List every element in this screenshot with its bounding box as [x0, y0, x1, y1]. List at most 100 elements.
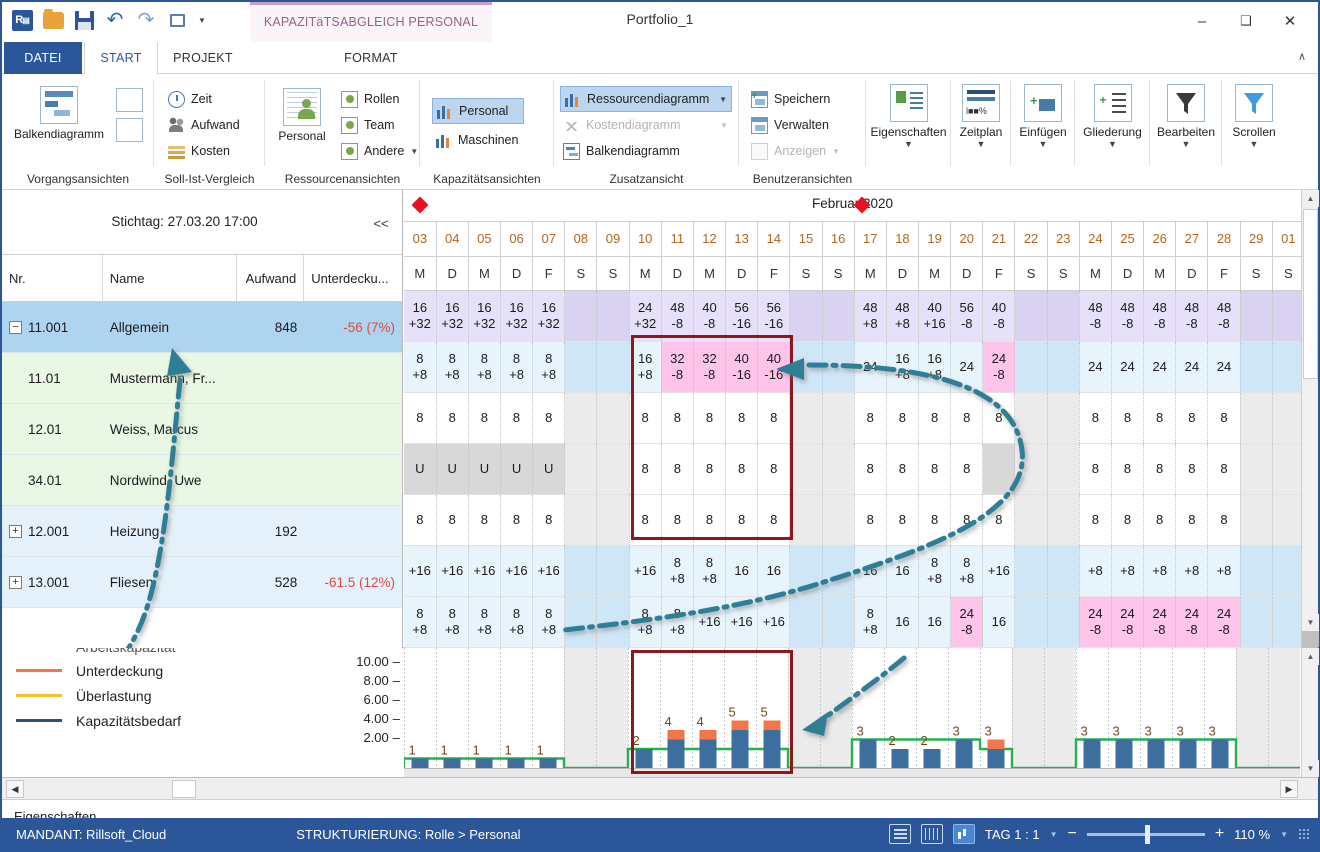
tab-datei[interactable]: DATEI — [4, 42, 82, 74]
calendar-day-number[interactable]: 24 — [1079, 222, 1112, 257]
tab-start[interactable]: START — [84, 42, 158, 75]
calendar-day-number[interactable]: 03 — [404, 222, 437, 257]
capacity-cell[interactable] — [789, 545, 823, 597]
capacity-cell[interactable]: 8 — [1111, 494, 1145, 546]
vertical-scrollbar[interactable]: ▲ ▼ — [1301, 190, 1319, 647]
einfuegen-button[interactable]: + Einfügen ▼ — [1011, 84, 1075, 149]
capacity-cell[interactable]: 32 -8 — [661, 341, 694, 393]
capacity-cell[interactable] — [789, 596, 823, 648]
calendar-day-number[interactable]: 06 — [500, 222, 534, 257]
capacity-cell[interactable]: 8 — [1111, 392, 1145, 444]
balkendiagramm-small-button[interactable]: Balkendiagramm — [560, 138, 732, 164]
capacity-cell[interactable]: 8 +8 — [918, 545, 952, 597]
capacity-cell[interactable]: 8 — [629, 443, 662, 495]
calendar-day-number[interactable]: 28 — [1207, 222, 1241, 257]
capacity-cell[interactable]: 16 — [757, 545, 791, 597]
capacity-cell[interactable]: 8 +8 — [468, 596, 501, 648]
qat-more-icon[interactable]: ▼ — [196, 8, 208, 32]
capacity-cell[interactable]: 8 — [693, 443, 727, 495]
capacity-cell[interactable]: +16 — [757, 596, 791, 648]
table-row[interactable]: 12.01 Weiss, Marcus — [2, 404, 402, 455]
table-row[interactable]: +13.001 Fliesen 528 -61.5 (12%) — [2, 557, 402, 608]
calendar-day-number[interactable]: 27 — [1175, 222, 1209, 257]
capacity-cell[interactable]: 8 — [725, 443, 759, 495]
capacity-cell[interactable] — [596, 341, 630, 393]
capacity-cell[interactable] — [1047, 596, 1080, 648]
table-row[interactable]: +12.001 Heizung 192 — [2, 506, 402, 557]
capacity-cell[interactable] — [564, 341, 598, 393]
column-header-aufwand[interactable]: Aufwand — [237, 255, 305, 301]
capacity-cell[interactable]: 16 +32 — [532, 290, 566, 342]
personal-view-button[interactable]: Personal — [269, 88, 335, 143]
capacity-cell[interactable] — [1047, 392, 1080, 444]
capacity-cell[interactable]: 8 — [950, 494, 984, 546]
column-header-unterdeckung[interactable]: Unterdecku... — [304, 255, 402, 301]
capacity-cell[interactable]: 8 +8 — [500, 596, 534, 648]
kapazitaet-personal-button[interactable]: Personal — [432, 98, 525, 124]
capacity-cell[interactable] — [1014, 494, 1048, 546]
capacity-cell[interactable]: 8 +8 — [693, 545, 727, 597]
capacity-cell[interactable]: 8 +8 — [468, 341, 501, 393]
capacity-cell[interactable]: 16 — [854, 545, 887, 597]
capacity-cell[interactable]: 8 +8 — [500, 341, 534, 393]
capacity-cell[interactable]: 16 +8 — [918, 341, 952, 393]
capacity-cell[interactable]: 8 — [661, 494, 694, 546]
chevron-down-icon[interactable]: ▼ — [719, 95, 727, 104]
scroll-down-button[interactable]: ▼ — [1302, 614, 1319, 631]
capacity-cell[interactable] — [789, 443, 823, 495]
capacity-cell[interactable]: 8 — [468, 392, 501, 444]
capacity-cell[interactable]: +16 — [693, 596, 727, 648]
capacity-cell[interactable]: 8 — [629, 494, 662, 546]
chart-scroll-down-button[interactable]: ▼ — [1302, 760, 1319, 777]
capacity-cell[interactable]: +8 — [1079, 545, 1112, 597]
calendar-day-number[interactable]: 25 — [1111, 222, 1145, 257]
capacity-cell[interactable]: 48 -8 — [1111, 290, 1145, 342]
capacity-cell[interactable]: 56 -16 — [725, 290, 759, 342]
capacity-cell[interactable] — [1240, 545, 1273, 597]
calendar-day-number[interactable]: 16 — [822, 222, 855, 257]
chevron-down-icon[interactable]: ▼ — [866, 139, 951, 149]
capacity-cell[interactable]: 8 — [661, 392, 694, 444]
capacity-cell[interactable]: +16 — [982, 545, 1016, 597]
capacity-cell[interactable]: 16 — [725, 545, 759, 597]
capacity-cell[interactable]: U — [404, 443, 437, 495]
calendar-day-number[interactable]: 14 — [757, 222, 791, 257]
capacity-cell[interactable] — [822, 545, 855, 597]
capacity-cell[interactable]: 8 — [854, 494, 887, 546]
rollen-button[interactable]: Rollen — [341, 86, 418, 112]
scale-label[interactable]: TAG 1 : 1 — [985, 827, 1040, 842]
speichern-button[interactable]: + Speichern — [751, 86, 840, 112]
capacity-cell[interactable]: 40 -16 — [757, 341, 791, 393]
capacity-cell[interactable]: 8 — [1079, 443, 1112, 495]
capacity-cell[interactable]: +16 — [500, 545, 534, 597]
scrollen-button[interactable]: Scrollen ▼ — [1222, 84, 1286, 149]
table-row[interactable]: 34.01 Nordwind, Uwe — [2, 455, 402, 506]
capacity-cell[interactable]: 48 -8 — [1143, 290, 1177, 342]
capacity-cell[interactable]: U — [468, 443, 501, 495]
capacity-cell[interactable]: U — [436, 443, 469, 495]
capacity-cell[interactable] — [822, 392, 855, 444]
capacity-cell[interactable] — [1272, 545, 1301, 597]
calendar-day-number[interactable]: 09 — [596, 222, 630, 257]
capacity-cell[interactable]: 56 -8 — [950, 290, 984, 342]
capacity-cell[interactable] — [1047, 290, 1080, 342]
capacity-cell[interactable]: 8 — [950, 392, 984, 444]
capacity-cell[interactable]: 8 — [436, 392, 469, 444]
capacity-cell[interactable] — [1240, 494, 1273, 546]
capacity-cell[interactable]: 8 — [404, 392, 437, 444]
capacity-cell[interactable]: 8 — [661, 443, 694, 495]
capacity-cell[interactable] — [822, 494, 855, 546]
calendar-day-number[interactable]: 17 — [854, 222, 887, 257]
capacity-cell[interactable]: 8 — [532, 392, 566, 444]
tab-projekt[interactable]: PROJEKT — [160, 42, 246, 74]
capacity-cell[interactable]: 8 — [1111, 443, 1145, 495]
gliederung-button[interactable]: + Gliederung ▼ — [1075, 84, 1150, 149]
capacity-cell[interactable]: 8 +8 — [661, 545, 694, 597]
capacity-cell[interactable]: 32 -8 — [693, 341, 727, 393]
capacity-cell[interactable] — [596, 596, 630, 648]
capacity-cell[interactable]: 8 — [1175, 443, 1209, 495]
team-button[interactable]: Team — [341, 112, 418, 138]
tab-format[interactable]: FORMAT — [302, 42, 440, 74]
capacity-cell[interactable]: 8 — [1207, 494, 1241, 546]
calendar-day-number[interactable]: 04 — [436, 222, 469, 257]
